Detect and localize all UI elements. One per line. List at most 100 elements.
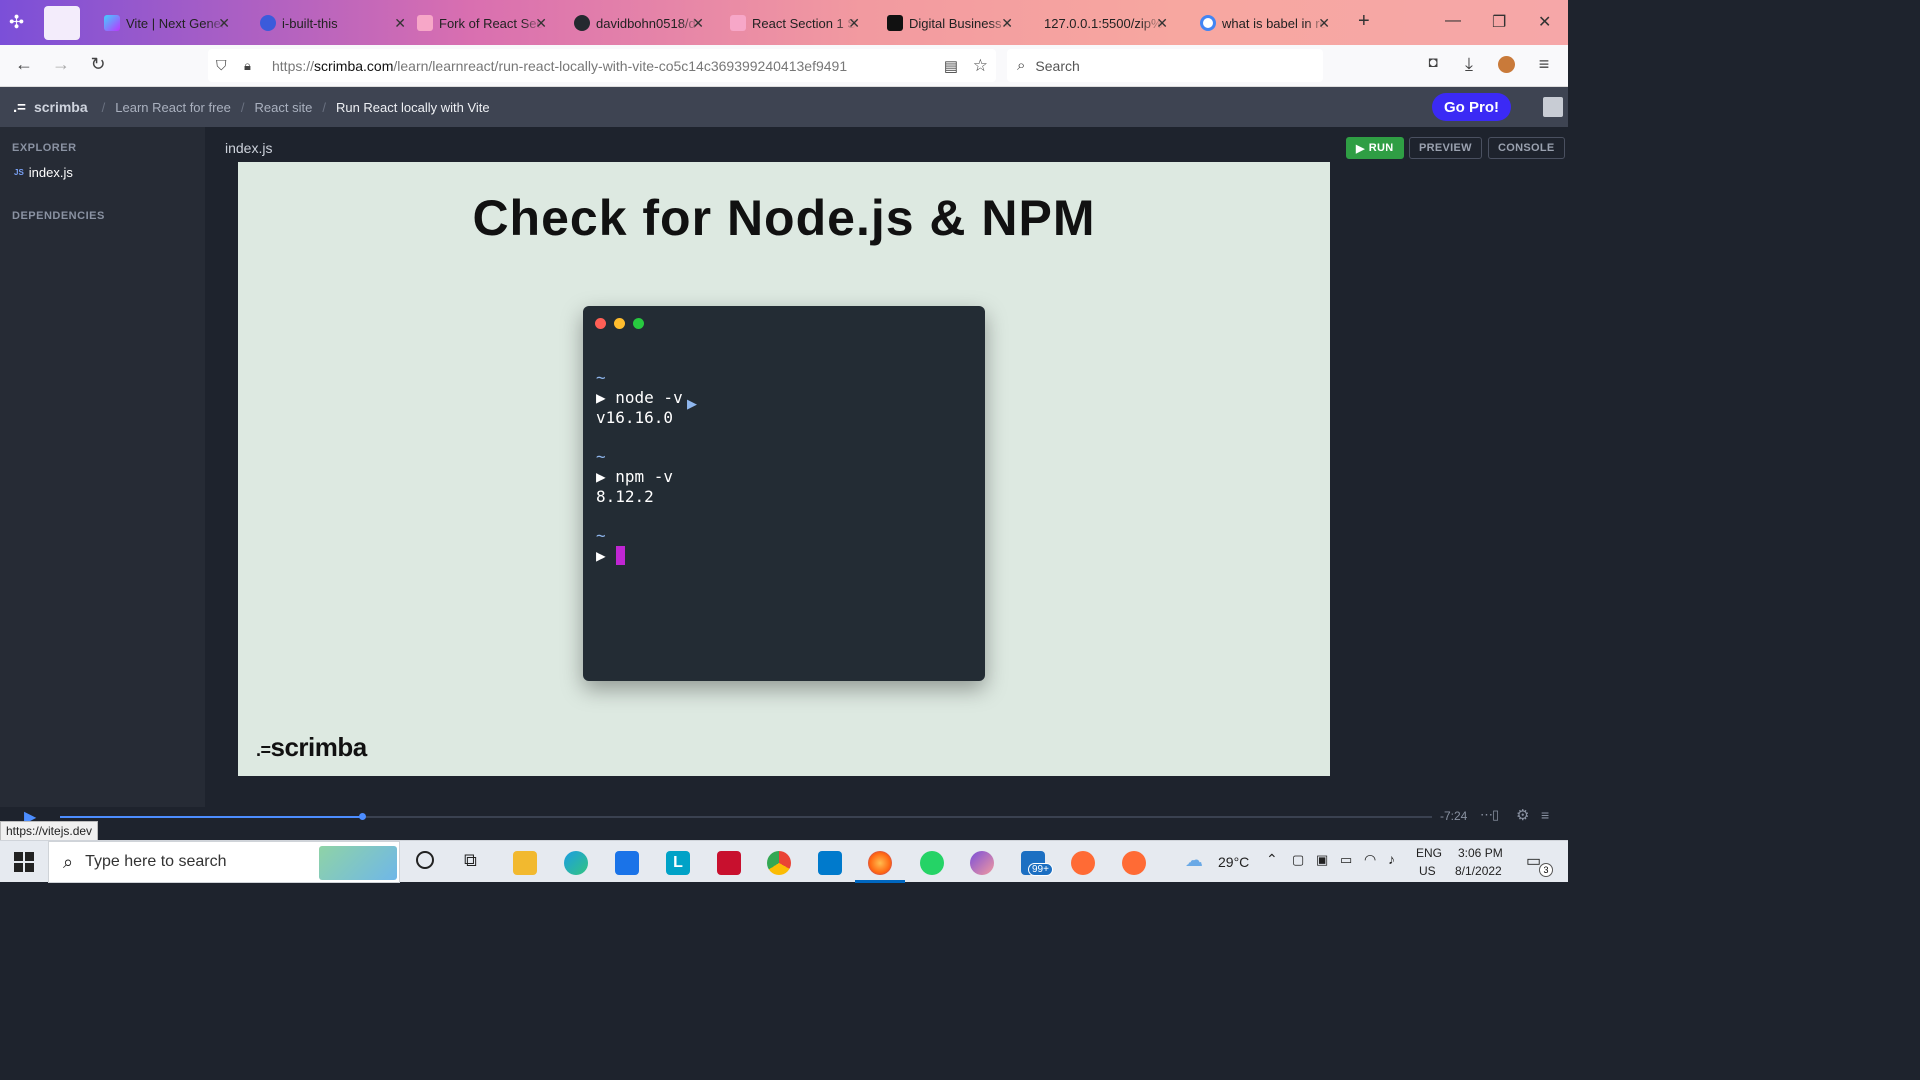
- close-tab-icon[interactable]: ✕: [218, 15, 230, 32]
- terminal-line: ~: [596, 447, 606, 466]
- player-bar: ▶ -7:24 ⋯ ▯ ⚙ ≡: [0, 807, 1568, 840]
- minimize-icon[interactable]: —: [1445, 12, 1461, 30]
- terminal-line: ▶ node -v: [596, 388, 683, 407]
- file-explorer-icon[interactable]: [513, 851, 537, 875]
- explorer-heading: EXPLORER: [12, 142, 77, 154]
- play-icon: ▶: [1356, 142, 1365, 155]
- clock-time[interactable]: 3:06 PM: [1458, 846, 1503, 860]
- search-placeholder: Search: [1035, 57, 1080, 74]
- clock-date[interactable]: 8/1/2022: [1455, 864, 1502, 878]
- search-box[interactable]: ⌕ Search: [1007, 49, 1323, 82]
- reader-view-icon[interactable]: ▤: [944, 57, 958, 75]
- maximize-dot: [633, 318, 644, 329]
- terminal-line: ▶: [596, 546, 606, 565]
- language-bottom[interactable]: US: [1419, 864, 1436, 878]
- tab-localhost[interactable]: 127.0.0.1:5500/zip%20 ✕: [1044, 6, 1168, 40]
- url-bar[interactable]: ⛉ 🔒︎ https://scrimba.com/learn/learnreac…: [208, 49, 996, 82]
- firefox-icon[interactable]: [868, 851, 892, 875]
- back-icon[interactable]: ←: [12, 54, 36, 75]
- app-orange-icon[interactable]: [1071, 851, 1095, 875]
- progress-track[interactable]: [60, 813, 1432, 820]
- user-avatar[interactable]: [1543, 97, 1563, 117]
- time-remaining: -7:24: [1440, 809, 1468, 823]
- volume-icon[interactable]: ♪: [1388, 851, 1395, 867]
- reload-icon[interactable]: ↻: [86, 54, 110, 75]
- scrimba-logo-icon[interactable]: .=: [13, 99, 26, 116]
- chrome-icon[interactable]: [767, 851, 791, 875]
- mcafee-icon[interactable]: [717, 851, 741, 875]
- close-window-icon[interactable]: ✕: [1538, 12, 1551, 32]
- breadcrumb-current: Run React locally with Vite: [335, 99, 490, 115]
- tab-react-section[interactable]: React Section 1 Sc ✕: [730, 6, 860, 40]
- tab-fork-react[interactable]: Fork of React Sect ✕: [417, 6, 547, 40]
- task-view-icon[interactable]: ⧉: [464, 850, 477, 871]
- profile-avatar[interactable]: [1498, 56, 1515, 73]
- scrimba-logo[interactable]: scrimba: [34, 99, 88, 115]
- run-button[interactable]: ▶ RUN: [1346, 137, 1404, 159]
- app-feather-icon[interactable]: [970, 851, 994, 875]
- vscode-icon[interactable]: [818, 851, 842, 875]
- dependencies-heading[interactable]: DEPENDENCIES: [12, 210, 105, 222]
- whatsapp-icon[interactable]: [920, 851, 944, 875]
- battery-icon[interactable]: ▭: [1340, 852, 1352, 868]
- tray-app-icon[interactable]: ▢: [1292, 852, 1304, 868]
- tab-digital-business[interactable]: Digital Business C ✕: [887, 6, 1013, 40]
- tab-google[interactable]: what is babel in re ✕: [1200, 6, 1330, 40]
- tab-i-built-this[interactable]: i-built-this ✕: [260, 6, 406, 40]
- progress-handle[interactable]: [358, 813, 366, 820]
- editor-filename: index.js: [225, 140, 273, 156]
- language-top[interactable]: ENG: [1416, 846, 1442, 860]
- tab-title: 127.0.0.1:5500/zip%20: [1044, 15, 1164, 31]
- tab-vite[interactable]: Vite | Next Genera ✕: [104, 6, 230, 40]
- console-button[interactable]: CONSOLE: [1488, 137, 1565, 159]
- bookmark-star-icon[interactable]: ☆: [973, 56, 988, 76]
- tab-active[interactable]: [44, 6, 80, 40]
- file-item-index-js[interactable]: JS index.js: [0, 162, 205, 182]
- breadcrumb-react-site[interactable]: React site: [255, 100, 313, 115]
- slide-title: Check for Node.js & NPM: [472, 190, 1096, 246]
- close-tab-icon[interactable]: ✕: [535, 15, 547, 32]
- restore-icon[interactable]: ❐: [1492, 12, 1506, 32]
- menu-icon[interactable]: ≡: [1532, 54, 1556, 75]
- postman-icon[interactable]: [1122, 851, 1146, 875]
- close-tab-icon[interactable]: ✕: [394, 15, 406, 32]
- taskbar-search[interactable]: ⌕ Type here to search: [48, 841, 400, 883]
- new-tab-button[interactable]: +: [1358, 10, 1370, 33]
- firefox-view-icon[interactable]: ✣: [9, 12, 24, 33]
- start-windows-icon[interactable]: [14, 852, 34, 872]
- forward-icon[interactable]: →: [49, 54, 73, 75]
- terminal-line: ~: [596, 368, 606, 387]
- notification-count: 3: [1539, 863, 1553, 877]
- app-l-icon[interactable]: L: [666, 851, 690, 875]
- wifi-icon[interactable]: ◠: [1364, 851, 1376, 868]
- downloads-icon[interactable]: ⤓: [1457, 54, 1481, 75]
- settings-icon[interactable]: ⚙: [1516, 806, 1529, 824]
- terminal-cursor: [616, 546, 625, 565]
- close-tab-icon[interactable]: ✕: [1156, 15, 1168, 32]
- tab-title: Vite | Next Genera: [126, 15, 226, 31]
- tab-github[interactable]: davidbohn0518/d ✕: [574, 6, 704, 40]
- tab-title: React Section 1 Sc: [752, 15, 856, 31]
- explorer-sidebar: EXPLORER JS index.js DEPENDENCIES: [0, 127, 205, 807]
- close-tab-icon[interactable]: ✕: [1318, 15, 1330, 32]
- brand-text: scrimba: [270, 732, 368, 762]
- search-icon: ⌕: [1017, 57, 1026, 74]
- breadcrumb-separator: /: [240, 99, 245, 115]
- mail-icon[interactable]: [615, 851, 639, 875]
- preview-button[interactable]: PREVIEW: [1409, 137, 1482, 159]
- close-tab-icon[interactable]: ✕: [692, 15, 704, 32]
- tray-monitor-icon[interactable]: ▣: [1316, 852, 1328, 868]
- bookmark-icon[interactable]: ▯: [1492, 807, 1499, 823]
- list-icon[interactable]: ≡: [1541, 807, 1549, 823]
- chevron-up-icon[interactable]: ⌃: [1266, 851, 1278, 868]
- scrimba-header: .= scrimba / Learn React for free / Reac…: [0, 87, 1568, 127]
- pocket-icon[interactable]: ◘: [1421, 54, 1445, 71]
- go-pro-button[interactable]: Go Pro!: [1432, 93, 1511, 121]
- close-tab-icon[interactable]: ✕: [848, 15, 860, 32]
- weather-temp[interactable]: 29°C: [1218, 854, 1249, 870]
- breadcrumb-learn-react[interactable]: Learn React for free: [115, 100, 231, 115]
- cortana-icon[interactable]: [416, 851, 434, 869]
- weather-icon[interactable]: ☁: [1185, 850, 1203, 871]
- edge-icon[interactable]: [564, 851, 588, 875]
- close-tab-icon[interactable]: ✕: [1001, 15, 1013, 32]
